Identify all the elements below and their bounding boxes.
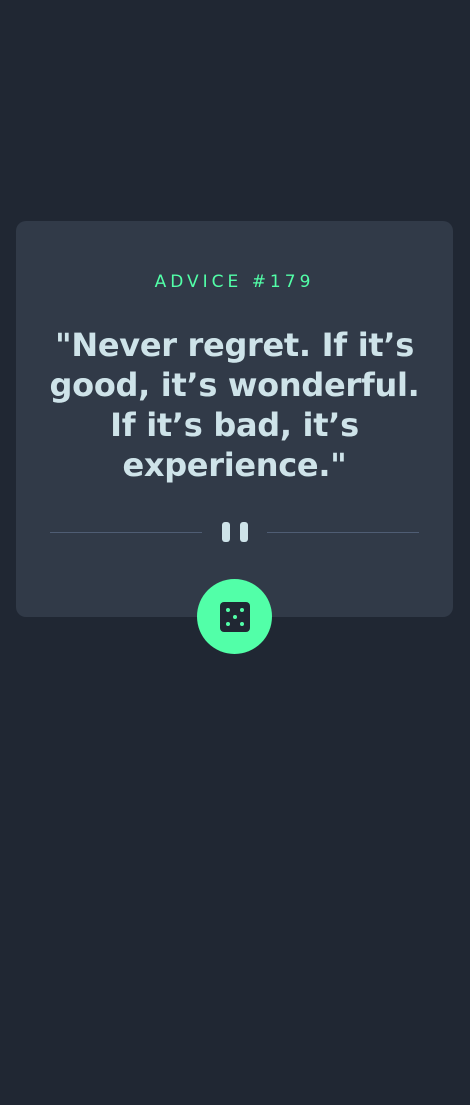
advice-id-label: ADVICE #179 — [154, 272, 315, 292]
advice-card: ADVICE #179 "Never regret. If it’s good,… — [16, 221, 453, 617]
divider-line-right — [267, 532, 419, 533]
quote-divider — [50, 521, 419, 545]
generate-advice-button[interactable] — [197, 579, 272, 654]
advice-quote: "Never regret. If it’s good, it’s wonder… — [49, 326, 420, 484]
dice-icon — [219, 601, 250, 632]
pause-icon — [221, 522, 248, 544]
divider-line-left — [50, 532, 202, 533]
